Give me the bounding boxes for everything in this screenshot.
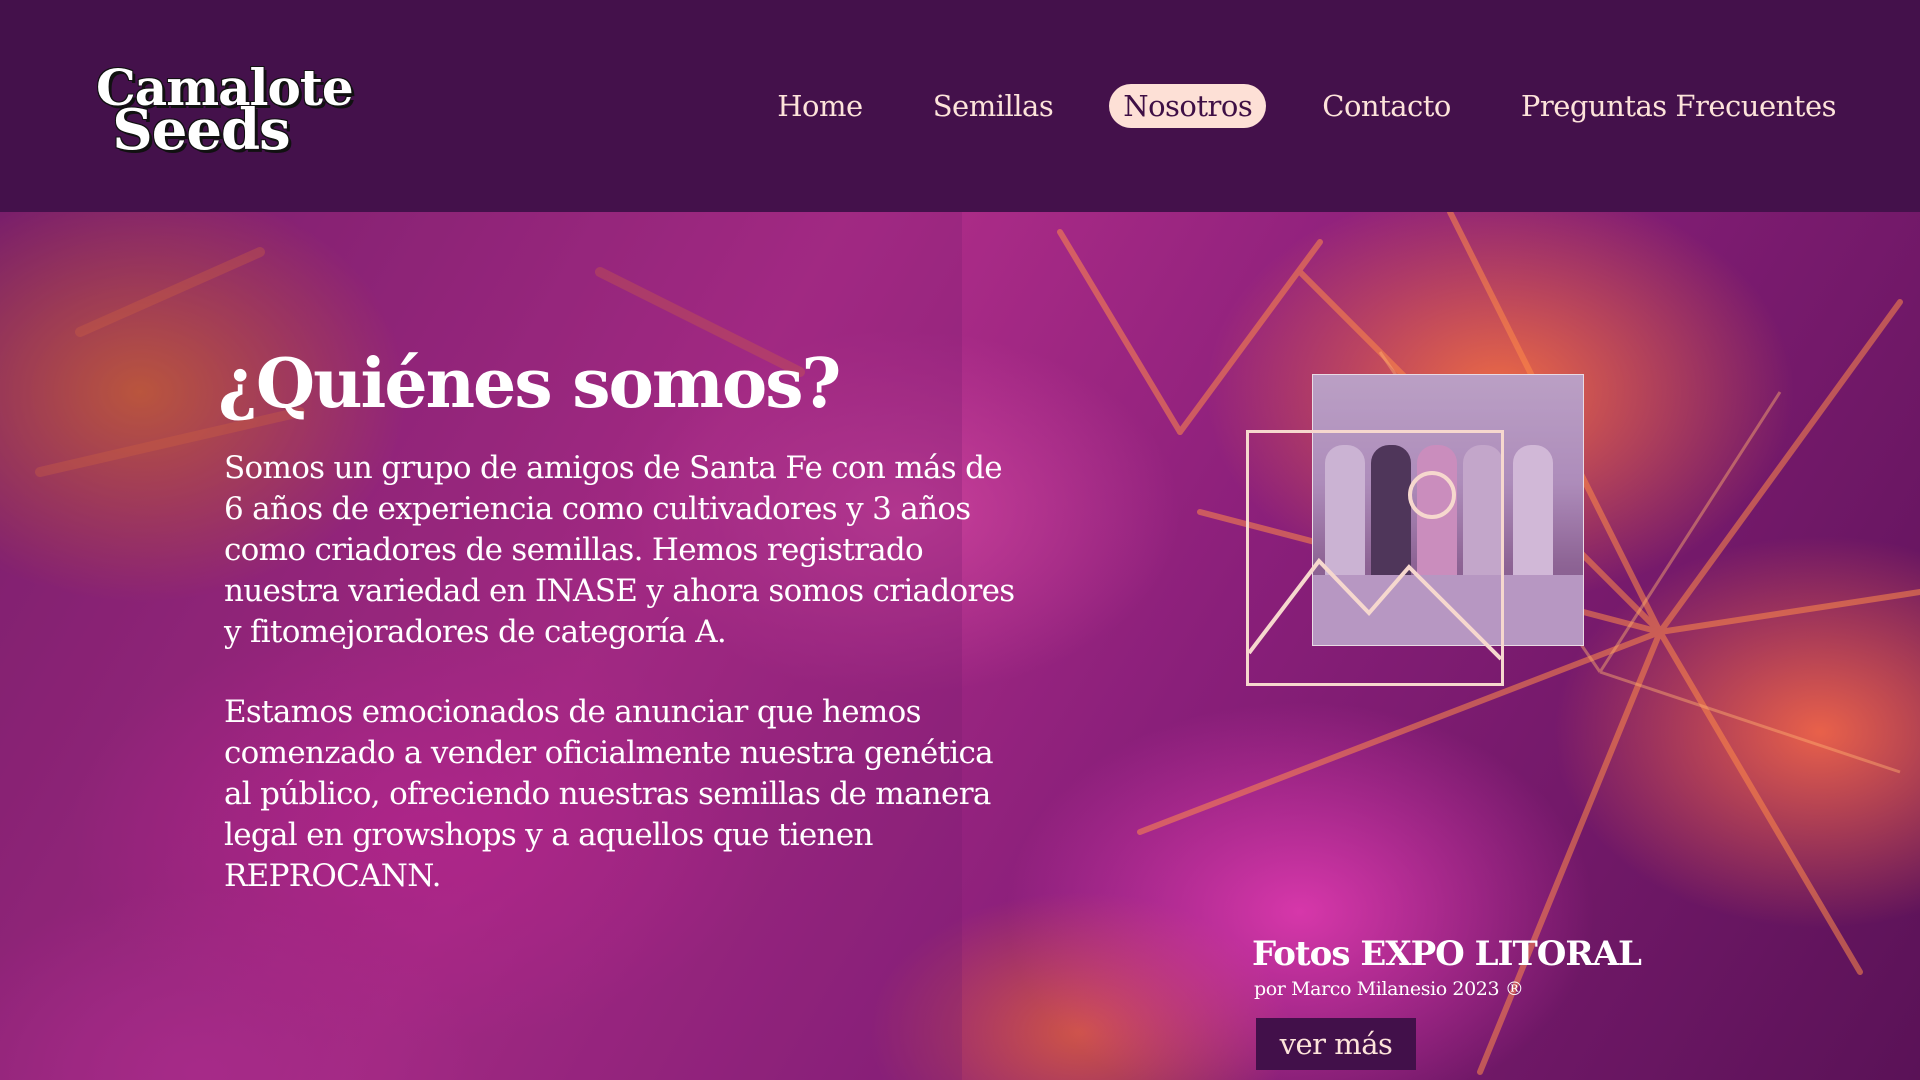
about-paragraph-2: Estamos emocionados de anunciar que hemo… <box>224 694 994 894</box>
main-nav: Home Semillas Nosotros Contacto Pregunta… <box>721 84 1850 128</box>
ver-mas-button[interactable]: ver más <box>1256 1018 1416 1070</box>
about-hero: ¿Quiénes somos? Somos un grupo de amigos… <box>0 212 1920 1080</box>
nav-preguntas-frecuentes[interactable]: Preguntas Frecuentes <box>1507 84 1850 128</box>
logo-line-2: Seeds <box>112 97 290 163</box>
camalote-seeds-logo[interactable]: Camalote Seeds <box>96 63 354 163</box>
nav-nosotros[interactable]: Nosotros <box>1109 84 1267 128</box>
nav-home[interactable]: Home <box>763 84 876 128</box>
image-placeholder-icon <box>1246 430 1504 686</box>
site-header: Camalote Seeds Home Semillas Nosotros Co… <box>0 0 1920 212</box>
page-title: ¿Quiénes somos? <box>218 344 841 424</box>
nav-semillas[interactable]: Semillas <box>919 84 1068 128</box>
gallery-caption-title: Fotos EXPO LITORAL <box>1252 934 1642 974</box>
gallery-caption-credit: por Marco Milanesio 2023 ® <box>1254 978 1524 1000</box>
expo-gallery[interactable] <box>1246 374 1606 694</box>
nav-contacto[interactable]: Contacto <box>1308 84 1465 128</box>
about-paragraph-1: Somos un grupo de amigos de Santa Fe con… <box>224 450 1015 650</box>
